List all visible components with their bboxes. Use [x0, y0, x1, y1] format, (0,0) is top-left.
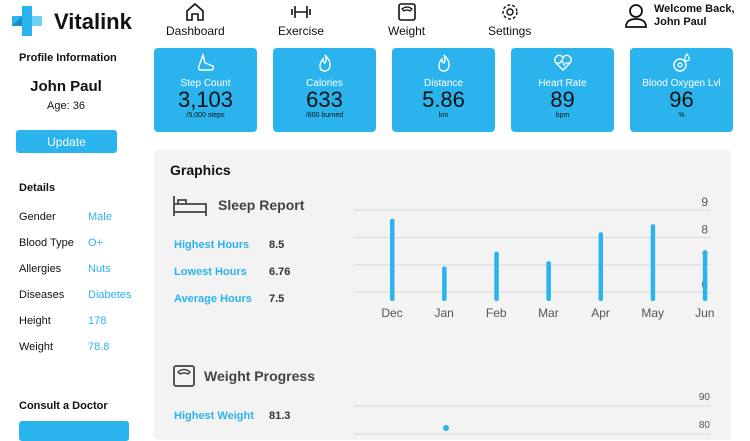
card-sub: /800 burned	[305, 112, 344, 119]
stat-value: 81.3	[269, 410, 291, 422]
x-tick-label: Apr	[591, 306, 610, 320]
gear-icon	[501, 4, 518, 20]
weight-point	[443, 425, 449, 431]
detail-row-allergies: Allergies Nuts	[19, 263, 111, 275]
sleep-bar	[442, 266, 447, 301]
detail-key: Allergies	[19, 263, 62, 275]
detail-key: Blood Type	[19, 237, 74, 249]
nav-settings[interactable]: Settings	[488, 2, 531, 38]
detail-key: Diseases	[19, 289, 65, 301]
nav-dashboard[interactable]: Dashboard	[166, 2, 225, 38]
sleep-bar	[598, 232, 604, 301]
detail-key: Height	[19, 315, 51, 327]
shoe-icon	[197, 52, 214, 71]
detail-value: Diabetes	[88, 289, 132, 301]
x-tick-label: May	[641, 306, 664, 320]
card-sub: /5,000 steps	[186, 112, 225, 119]
sidebar: Profile Information John Paul Age: 36 Up…	[0, 42, 140, 441]
card-value: 633	[306, 87, 343, 112]
profile-name: John Paul	[30, 78, 102, 95]
x-tick-label: Dec	[381, 306, 402, 320]
update-button[interactable]: Update	[16, 130, 117, 153]
nav-settings-label: Settings	[488, 24, 532, 38]
y-tick-label: 9	[701, 195, 708, 209]
card-sub: km	[438, 112, 449, 119]
detail-value: O+	[88, 237, 103, 249]
stat-key: Highest Weight	[174, 410, 254, 422]
card-value: 3,103	[177, 87, 234, 112]
heart-pulse-icon	[553, 54, 572, 71]
nav-exercise[interactable]: Exercise	[278, 2, 324, 38]
sleep-chart: 9876DecJanFebMarAprMayJun9080	[354, 195, 714, 435]
welcome-line1: Welcome Back,	[654, 3, 735, 15]
x-tick-label: Jun	[695, 306, 714, 320]
home-icon	[186, 2, 205, 21]
top-bar: Vitalink Dashboard Exercise Weight Setti…	[0, 0, 750, 42]
scale-icon	[173, 365, 195, 387]
sleep-bar	[494, 251, 499, 301]
sleep-bar	[702, 250, 708, 301]
scale-icon	[397, 3, 416, 21]
sleep-bar	[546, 261, 551, 301]
weight-progress-title: Weight Progress	[204, 368, 315, 384]
detail-row-blood-type: Blood Type O+	[19, 237, 103, 249]
detail-row-gender: Gender Male	[19, 211, 112, 223]
card-distance[interactable]: Distance 5.86 km	[392, 48, 495, 132]
y-tick-label: 8	[701, 222, 708, 236]
profile-age: Age: 36	[47, 100, 85, 112]
welcome-name: John Paul	[654, 16, 707, 28]
nav-exercise-label: Exercise	[278, 24, 325, 38]
app-name: Vitalink	[54, 9, 132, 34]
graphics-panel: Graphics Sleep Report Highest Hours 8.5 …	[154, 150, 731, 440]
welcome-user[interactable]: Welcome Back, John Paul	[624, 3, 735, 29]
welcome-text: Welcome Back, John Paul	[654, 3, 735, 29]
y-tick-label: 90	[699, 392, 711, 403]
x-tick-label: Jan	[434, 306, 453, 320]
detail-row-diseases: Diseases Diabetes	[19, 289, 131, 301]
logo[interactable]: Vitalink	[10, 4, 132, 40]
nav-weight-label: Weight	[388, 24, 426, 38]
card-blood-oxygen[interactable]: Blood Oxygen Lvl 96 %	[630, 48, 733, 132]
card-value: 96	[669, 87, 694, 112]
sleep-bar	[650, 224, 656, 301]
card-sub: bpm	[555, 112, 570, 119]
sleep-bar	[390, 218, 395, 301]
profile-title: Profile Information	[19, 52, 117, 64]
card-value: 89	[550, 87, 575, 112]
flame-icon	[318, 54, 331, 72]
card-value: 5.86	[422, 87, 465, 112]
detail-key: Gender	[19, 211, 56, 223]
consult-doctor-button[interactable]	[19, 421, 129, 441]
user-icon	[625, 4, 647, 28]
detail-value: 178	[88, 315, 107, 327]
flame-icon	[437, 54, 450, 72]
dumbbell-icon	[291, 6, 311, 18]
card-calories[interactable]: Calories 633 /800 burned	[273, 48, 376, 132]
weight-progress-header: Weight Progress	[172, 364, 315, 388]
nav-dashboard-label: Dashboard	[166, 24, 225, 38]
details-title: Details	[19, 182, 56, 194]
card-sub: %	[678, 112, 685, 119]
detail-value: Nuts	[88, 263, 111, 275]
nav-weight[interactable]: Weight	[388, 2, 425, 38]
y-tick-label: 80	[699, 420, 711, 431]
weight-stat-highest: Highest Weight 81.3	[174, 410, 290, 422]
x-tick-label: Feb	[486, 306, 507, 320]
detail-value: 78.8	[88, 341, 110, 353]
detail-row-height: Height 178	[19, 315, 106, 327]
detail-key: Weight	[19, 341, 54, 353]
card-heart-rate[interactable]: Heart Rate 89 bpm	[511, 48, 614, 132]
consult-title: Consult a Doctor	[19, 400, 108, 412]
detail-value: Male	[88, 211, 112, 223]
detail-row-weight: Weight 78.8	[19, 341, 109, 353]
card-step-count[interactable]: Step Count 3,103 /5,000 steps	[154, 48, 257, 132]
oxygen-icon	[672, 52, 690, 72]
x-tick-label: Mar	[538, 306, 559, 320]
logo-icon	[12, 6, 42, 36]
